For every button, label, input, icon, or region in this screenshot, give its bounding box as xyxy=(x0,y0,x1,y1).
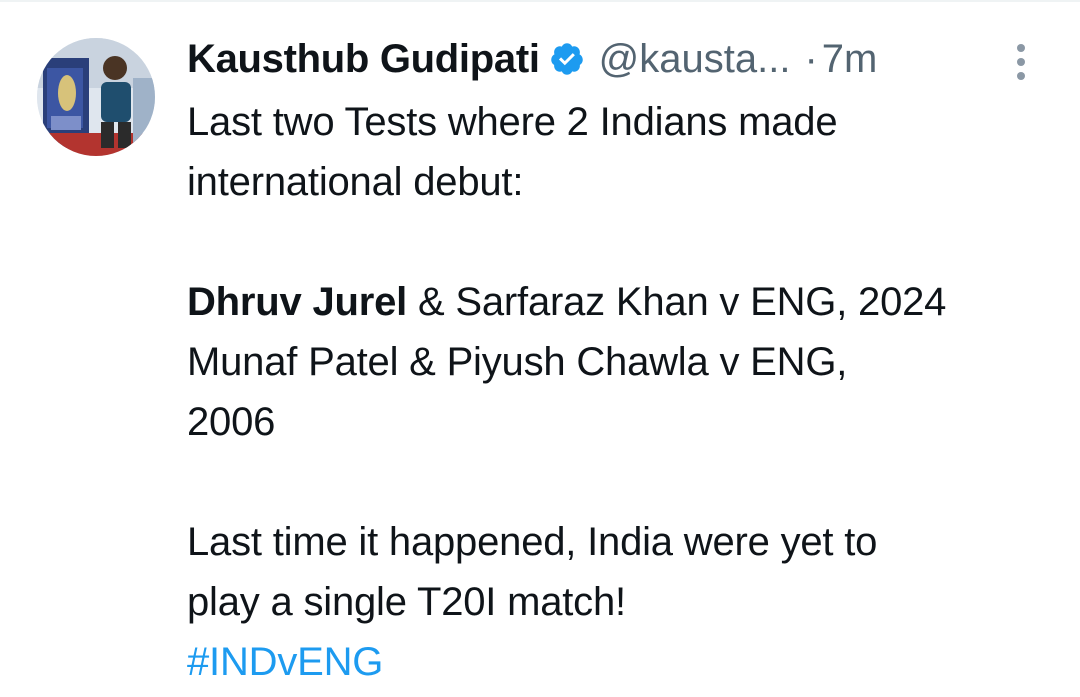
tweet-text-line: Last time it happened, India were yet to xyxy=(187,520,878,564)
more-vertical-icon[interactable] xyxy=(1008,42,1034,82)
top-divider xyxy=(0,0,1080,2)
hashtag-line: #INDvENG xyxy=(187,632,1067,692)
tweet-text: Last two Tests where 2 Indians made inte… xyxy=(187,92,1067,692)
tweet-text-line: Last two Tests where 2 Indians made xyxy=(187,100,838,144)
tweet-text-line: 2006 xyxy=(187,400,276,444)
hashtag-link[interactable]: #INDvENG xyxy=(187,640,383,684)
debut-line-rest: & Sarfaraz Khan v ENG, 2024 xyxy=(407,280,947,324)
author-handle[interactable]: @kausta... xyxy=(599,37,791,82)
author-name[interactable]: Kausthub Gudipati xyxy=(187,37,540,82)
tweet-text-line: Munaf Patel & Piyush Chawla v ENG, xyxy=(187,340,848,384)
timestamp[interactable]: 7m xyxy=(822,37,878,82)
tweet-text-line: international debut: xyxy=(187,160,524,204)
avatar[interactable] xyxy=(37,38,155,156)
debut-line-2024: Dhruv Jurel & Sarfaraz Khan v ENG, 2024 xyxy=(187,272,1067,332)
tweet-header: Kausthub Gudipati @kausta... · 7m xyxy=(187,34,1047,84)
bold-name: Dhruv Jurel xyxy=(187,280,408,324)
verified-badge-icon xyxy=(549,41,585,77)
tweet-text-line: play a single T20I match! xyxy=(187,580,626,624)
avatar-photo xyxy=(37,38,155,156)
separator-dot: · xyxy=(804,36,818,81)
